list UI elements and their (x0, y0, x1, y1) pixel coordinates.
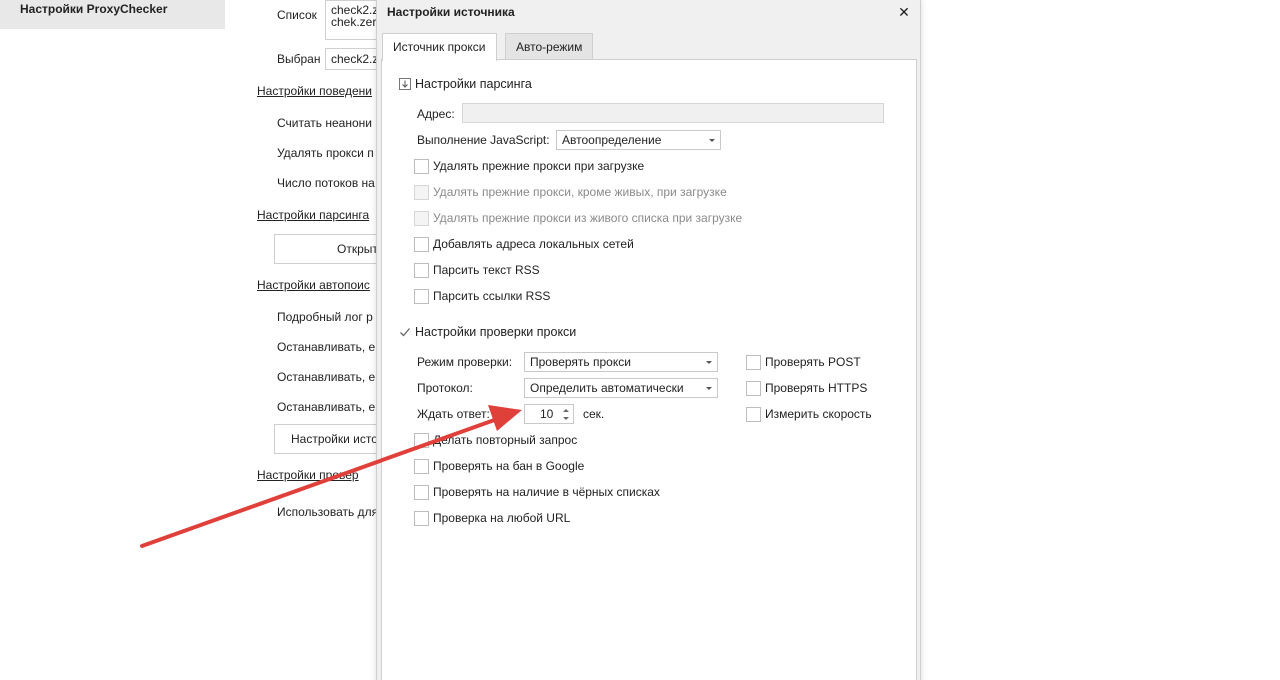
chevron-down-icon (706, 361, 712, 364)
link-parsing-settings[interactable]: Настройки парсинга (257, 208, 369, 222)
chevron-down-icon (706, 387, 712, 390)
link-behavior-settings[interactable]: Настройки поведени (257, 84, 372, 98)
checkbox-label: Проверка на любой URL (433, 511, 571, 525)
row-verbose-log: Подробный лог р (277, 310, 373, 324)
check-mode-label: Режим проверки: (417, 355, 513, 369)
tab-content-panel: Настройки парсинга Адрес: Выполнение Jav… (381, 59, 917, 680)
checkbox-box (414, 184, 429, 200)
tab-proxy-source[interactable]: Источник прокси (382, 33, 497, 61)
checkbox-box[interactable] (746, 380, 761, 396)
dialog-title: Настройки источника (387, 5, 515, 19)
protocol-select[interactable]: Определить автоматически (524, 378, 718, 398)
spinner-up-icon[interactable] (563, 409, 569, 412)
source-settings-button[interactable]: Настройки исто (274, 424, 384, 454)
checkbox-box[interactable] (414, 262, 429, 278)
checkbox-parse-rss-links[interactable]: Парсить ссылки RSS (414, 288, 550, 304)
checkbox-label: Проверять на бан в Google (433, 459, 585, 473)
checkbox-delete-old-proxies[interactable]: Удалять прежние прокси при загрузке (414, 158, 644, 174)
checkbox-label: Проверять на наличие в чёрных списках (433, 485, 660, 499)
checkbox-box[interactable] (414, 432, 429, 448)
checkbox-box[interactable] (414, 288, 429, 304)
checkbox-add-local-addresses[interactable]: Добавлять адреса локальных сетей (414, 236, 634, 252)
checkbox-label: Измерить скорость (765, 407, 872, 421)
javascript-label: Выполнение JavaScript: (417, 133, 550, 147)
checkbox-box[interactable] (414, 236, 429, 252)
checkbox-label: Парсить текст RSS (433, 263, 540, 277)
checkbox-repeat-request[interactable]: Делать повторный запрос (414, 432, 577, 448)
checkbox-label: Проверять HTTPS (765, 381, 868, 395)
link-check-settings[interactable]: Настройки провер (257, 468, 359, 482)
timeout-unit: сек. (583, 407, 605, 421)
checkbox-any-url[interactable]: Проверка на любой URL (414, 510, 570, 526)
checkbox-label: Удалять прежние прокси, кроме живых, при… (433, 185, 727, 199)
javascript-select-value: Автоопределение (562, 133, 662, 147)
spinner-down-icon[interactable] (563, 417, 569, 420)
link-autosearch-settings[interactable]: Настройки автопоис (257, 278, 370, 292)
check-mode-select[interactable]: Проверять прокси (524, 352, 718, 372)
checkbox-parse-rss-text[interactable]: Парсить текст RSS (414, 262, 540, 278)
timeout-value: 10 (540, 407, 554, 421)
checkbox-check-https[interactable]: Проверять HTTPS (746, 380, 867, 396)
protocol-label: Протокол: (417, 381, 473, 395)
checkbox-label: Проверять POST (765, 355, 861, 369)
javascript-select[interactable]: Автоопределение (556, 130, 721, 150)
checkmark-icon[interactable] (399, 326, 411, 338)
checkbox-blacklists[interactable]: Проверять на наличие в чёрных списках (414, 484, 660, 500)
source-settings-dialog: Настройки источника ✕ Источник прокси Ав… (376, 0, 921, 680)
checkbox-delete-except-alive: Удалять прежние прокси, кроме живых, при… (414, 184, 727, 200)
checkbox-google-ban[interactable]: Проверять на бан в Google (414, 458, 584, 474)
address-input[interactable] (462, 103, 884, 123)
checkbox-box[interactable] (414, 458, 429, 474)
checkbox-check-post[interactable]: Проверять POST (746, 354, 861, 370)
checkbox-box[interactable] (746, 406, 761, 422)
row-stop-if-1: Останавливать, е (277, 340, 376, 354)
side-nav: Настройки ProxyChecker (0, 0, 225, 29)
checkbox-box[interactable] (414, 510, 429, 526)
checkbox-box (414, 210, 429, 226)
checkbox-label: Парсить ссылки RSS (433, 289, 551, 303)
checkbox-box[interactable] (414, 158, 429, 174)
open-button[interactable]: Открыт (274, 234, 384, 264)
checkbox-label: Делать повторный запрос (433, 433, 578, 447)
checkbox-label: Добавлять адреса локальных сетей (433, 237, 634, 251)
checkbox-box[interactable] (414, 484, 429, 500)
checkbox-delete-from-alive-list: Удалять прежние прокси из живого списка … (414, 210, 742, 226)
chevron-down-icon (709, 139, 715, 142)
row-thread-count: Число потоков на (277, 176, 375, 190)
list-label: Список (277, 8, 317, 22)
parsing-group-title[interactable]: Настройки парсинга (415, 77, 532, 91)
protocol-value: Определить автоматически (530, 381, 684, 395)
selected-label: Выбран (277, 52, 321, 66)
check-mode-value: Проверять прокси (530, 355, 631, 369)
tab-auto-mode[interactable]: Авто-режим (505, 33, 594, 60)
checkbox-box[interactable] (746, 354, 761, 370)
row-count-anonymous: Считать неанони (277, 116, 372, 130)
collapse-box-icon[interactable] (399, 78, 411, 90)
checkbox-label: Удалять прежние прокси при загрузке (433, 159, 645, 173)
checkbox-label: Удалять прежние прокси из живого списка … (433, 211, 743, 225)
timeout-spinner[interactable]: 10 (524, 404, 574, 424)
nav-item-proxychecker-settings[interactable]: Настройки ProxyChecker (20, 2, 167, 16)
row-delete-proxy: Удалять прокси п (277, 146, 374, 160)
address-label: Адрес: (417, 107, 455, 121)
checkbox-measure-speed[interactable]: Измерить скорость (746, 406, 872, 422)
close-icon[interactable]: ✕ (896, 3, 912, 21)
row-stop-if-2: Останавливать, е (277, 370, 376, 384)
timeout-label: Ждать ответ: (417, 407, 490, 421)
row-use-for: Использовать для (277, 505, 379, 519)
check-group-title[interactable]: Настройки проверки прокси (415, 325, 576, 339)
row-stop-if-3: Останавливать, е (277, 400, 376, 414)
